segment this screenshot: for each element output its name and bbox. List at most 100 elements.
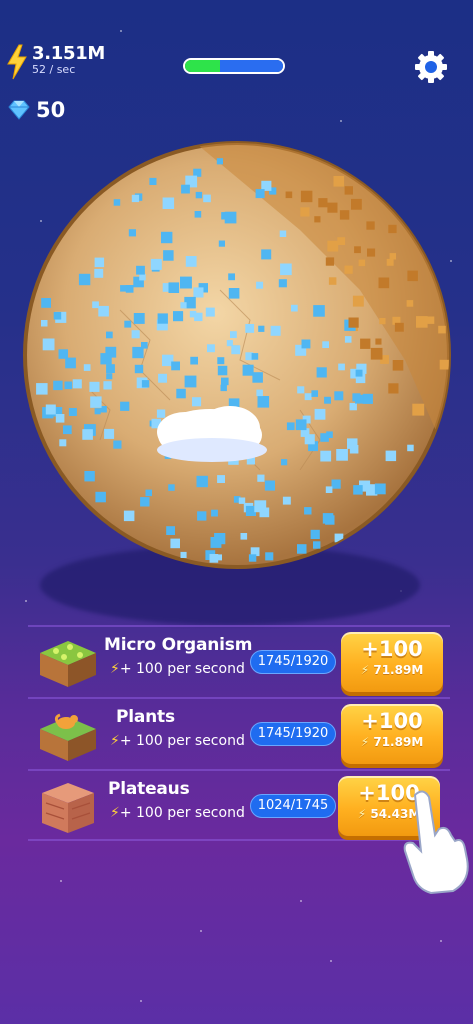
lightning-bolt-icon: ⚡ xyxy=(360,735,370,749)
water-cube xyxy=(207,344,215,353)
water-cube xyxy=(36,383,48,395)
water-cube xyxy=(280,263,292,276)
water-cube xyxy=(304,393,312,401)
upgrade-row-micro-organism: Micro Organism ⚡+ 100 per second 1745/19… xyxy=(28,625,450,697)
upgrade-row-plants: Plants ⚡+ 100 per second 1745/1920 +100 … xyxy=(28,697,450,769)
upgrade-list: Micro Organism ⚡+ 100 per second 1745/19… xyxy=(28,625,450,841)
terrain-cube xyxy=(389,253,396,260)
lightning-bolt-icon: ⚡ xyxy=(110,661,120,677)
lightning-bolt-icon: ⚡ xyxy=(110,733,120,749)
water-cube xyxy=(374,483,386,495)
water-cube xyxy=(220,384,227,392)
water-cube xyxy=(336,449,348,461)
water-cube xyxy=(255,189,265,199)
water-cube xyxy=(245,324,255,333)
water-cube xyxy=(270,325,281,336)
progress-fill-blue xyxy=(220,60,283,72)
water-cube xyxy=(181,184,190,194)
water-cube xyxy=(407,444,414,452)
water-cube xyxy=(41,298,51,308)
water-cube xyxy=(304,434,315,445)
water-cube xyxy=(120,285,127,292)
upgrade-count-pill: 1024/1745 xyxy=(250,794,336,818)
water-cube xyxy=(242,364,254,376)
upgrade-name: Plateaus xyxy=(108,779,190,799)
upgrade-name: Micro Organism xyxy=(104,635,253,655)
water-cube xyxy=(123,510,135,522)
terrain-cube xyxy=(358,259,366,267)
water-cube xyxy=(128,229,136,237)
water-cube xyxy=(141,380,150,388)
terrain-cube xyxy=(394,322,404,332)
water-cube xyxy=(261,249,272,260)
water-cube xyxy=(168,282,180,293)
buy-plants-button[interactable]: +100 ⚡ 71.89M xyxy=(341,704,443,764)
upgrade-desc: ⚡+ 100 per second xyxy=(110,733,245,749)
water-cube xyxy=(196,475,208,488)
planet-area[interactable] xyxy=(0,110,473,625)
water-cube xyxy=(316,367,327,378)
water-cube xyxy=(205,307,215,317)
water-cube xyxy=(265,552,274,561)
water-cube xyxy=(176,388,186,399)
water-cube xyxy=(53,380,63,391)
terrain-cube xyxy=(438,325,446,334)
water-cube xyxy=(106,430,114,438)
water-cube xyxy=(83,364,91,371)
water-cube xyxy=(353,485,363,495)
water-cube xyxy=(89,381,100,392)
water-cube xyxy=(145,489,152,497)
water-cube xyxy=(297,386,305,394)
water-cube xyxy=(120,401,130,411)
water-cube xyxy=(322,341,329,348)
water-cube xyxy=(72,379,82,389)
terrain-cube xyxy=(300,207,310,217)
water-cube xyxy=(125,285,134,293)
terrain-cube xyxy=(426,316,435,324)
water-cube xyxy=(224,211,237,224)
terrain-cube xyxy=(370,347,383,360)
energy-amount: 3.151M xyxy=(32,43,106,64)
terrain-cube xyxy=(327,202,338,213)
terrain-cube xyxy=(325,257,335,266)
water-cube xyxy=(68,408,77,416)
water-cube xyxy=(209,554,219,563)
terrain-cube xyxy=(378,277,390,289)
water-cube xyxy=(156,409,166,418)
water-cube xyxy=(84,471,95,482)
water-cube xyxy=(310,529,320,539)
water-cube xyxy=(105,346,117,358)
water-cube xyxy=(53,312,62,320)
buy-micro-organism-button[interactable]: +100 ⚡ 71.89M xyxy=(341,632,443,692)
water-cube xyxy=(221,377,229,386)
terrain-cube xyxy=(352,295,364,307)
plateaus-tile-icon xyxy=(42,783,94,833)
gear-icon[interactable] xyxy=(414,50,448,84)
terrain-cube xyxy=(339,210,350,220)
upgrade-count-pill: 1745/1920 xyxy=(250,722,336,746)
water-cube xyxy=(281,459,288,466)
energy-rate: 52 / sec xyxy=(32,63,76,76)
water-cube xyxy=(385,450,397,462)
water-cube xyxy=(98,305,109,317)
planet[interactable] xyxy=(0,110,473,610)
water-cube xyxy=(320,433,329,442)
water-cube xyxy=(45,404,56,415)
water-cube xyxy=(58,349,68,359)
water-cube xyxy=(193,168,202,177)
water-cube xyxy=(63,425,72,435)
water-cube xyxy=(216,158,223,165)
water-cube xyxy=(193,287,204,298)
water-cube xyxy=(311,390,318,397)
water-cube xyxy=(113,199,121,206)
terrain-cube xyxy=(366,221,375,230)
terrain-cube xyxy=(406,300,414,307)
water-cube xyxy=(254,500,267,513)
terrain-cube xyxy=(344,186,353,195)
water-cube xyxy=(82,429,93,440)
water-cube xyxy=(194,211,202,218)
water-cube xyxy=(257,474,265,482)
water-cube xyxy=(218,240,225,247)
water-cube xyxy=(231,345,241,355)
water-cube xyxy=(313,541,321,549)
